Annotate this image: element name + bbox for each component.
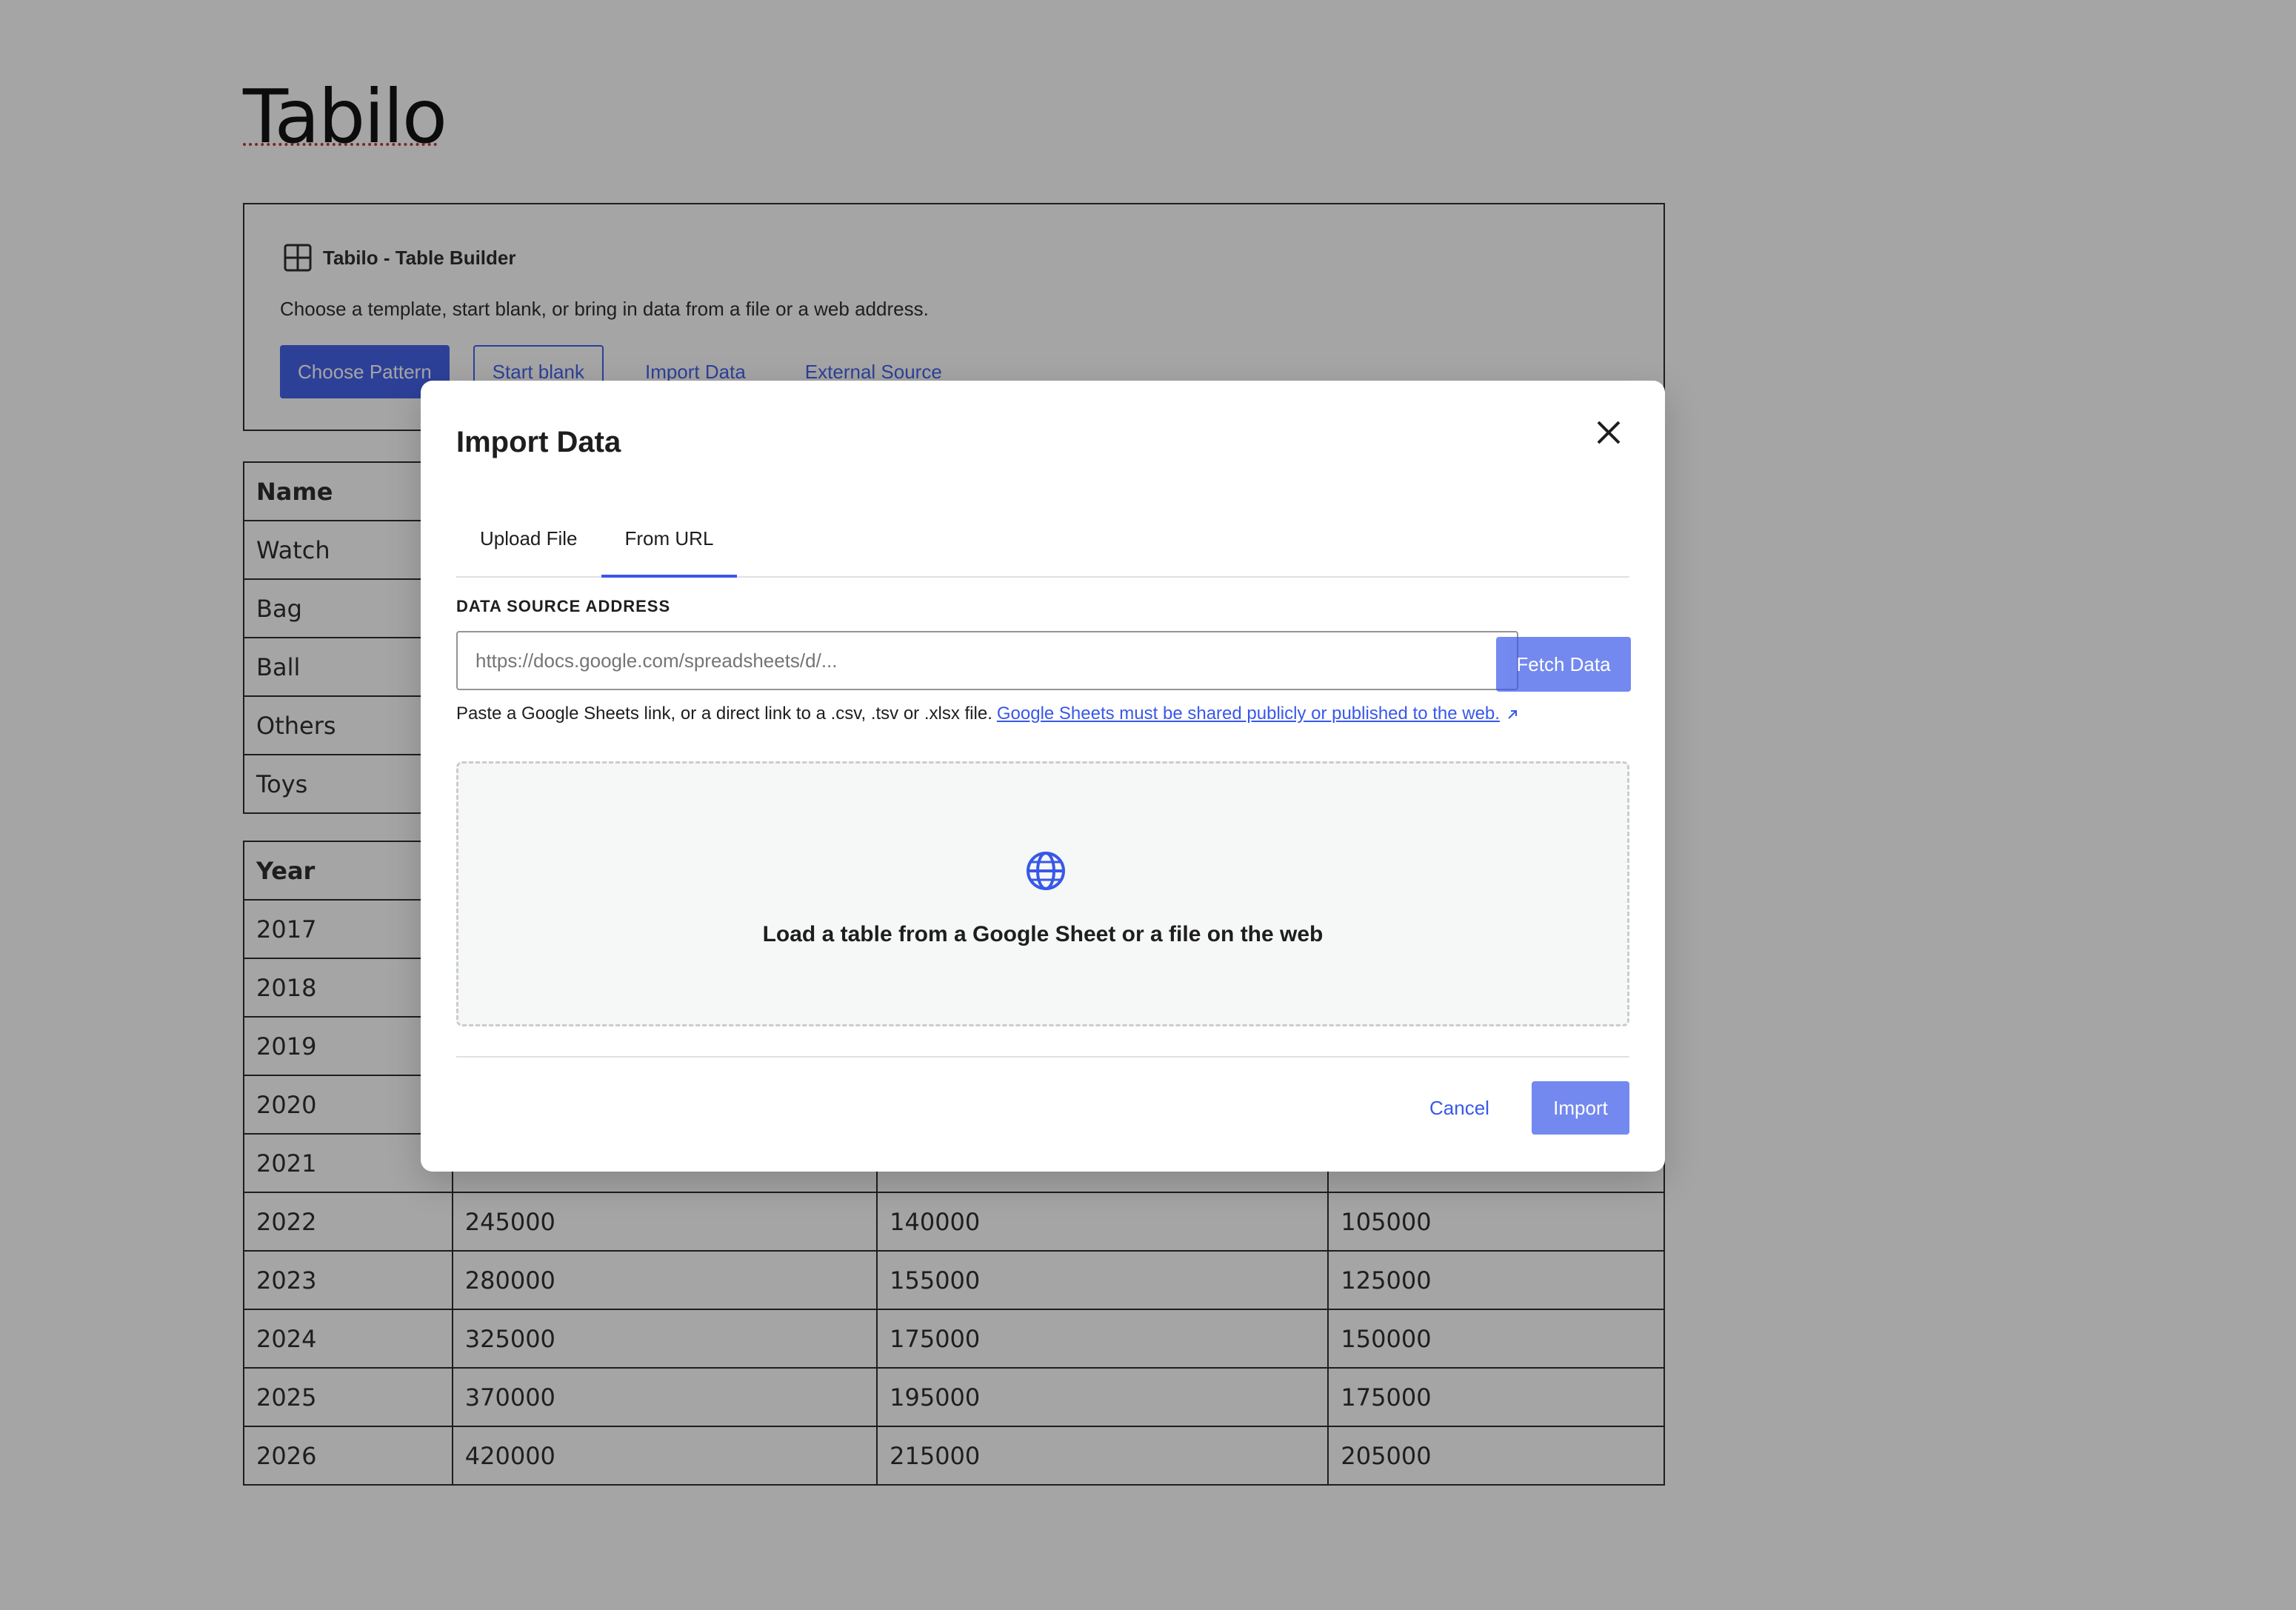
cancel-button[interactable]: Cancel <box>1412 1081 1507 1135</box>
url-input[interactable] <box>456 631 1518 690</box>
external-link-icon <box>1504 707 1521 723</box>
tab-upload-file[interactable]: Upload File <box>456 501 601 576</box>
modal-title: Import Data <box>456 426 621 458</box>
url-dropzone: Load a table from a Google Sheet or a fi… <box>456 761 1629 1026</box>
fetch-data-button[interactable]: Fetch Data <box>1496 637 1631 692</box>
close-button[interactable] <box>1585 409 1632 456</box>
footer-divider <box>456 1056 1629 1058</box>
import-tabs: Upload File From URL <box>456 501 1629 578</box>
help-text-row: Paste a Google Sheets link, or a direct … <box>456 704 1521 724</box>
data-source-label: DATA SOURCE ADDRESS <box>456 597 671 615</box>
globe-icon <box>1027 852 1065 890</box>
close-icon <box>1597 421 1621 444</box>
tab-from-url[interactable]: From URL <box>601 501 738 578</box>
dropzone-text: Load a table from a Google Sheet or a fi… <box>762 922 1324 946</box>
help-text: Paste a Google Sheets link, or a direct … <box>456 704 992 724</box>
import-button[interactable]: Import <box>1532 1081 1629 1135</box>
import-data-modal: Import Data Upload File From URL DATA SO… <box>421 381 1665 1172</box>
help-link[interactable]: Google Sheets must be shared publicly or… <box>997 704 1500 724</box>
